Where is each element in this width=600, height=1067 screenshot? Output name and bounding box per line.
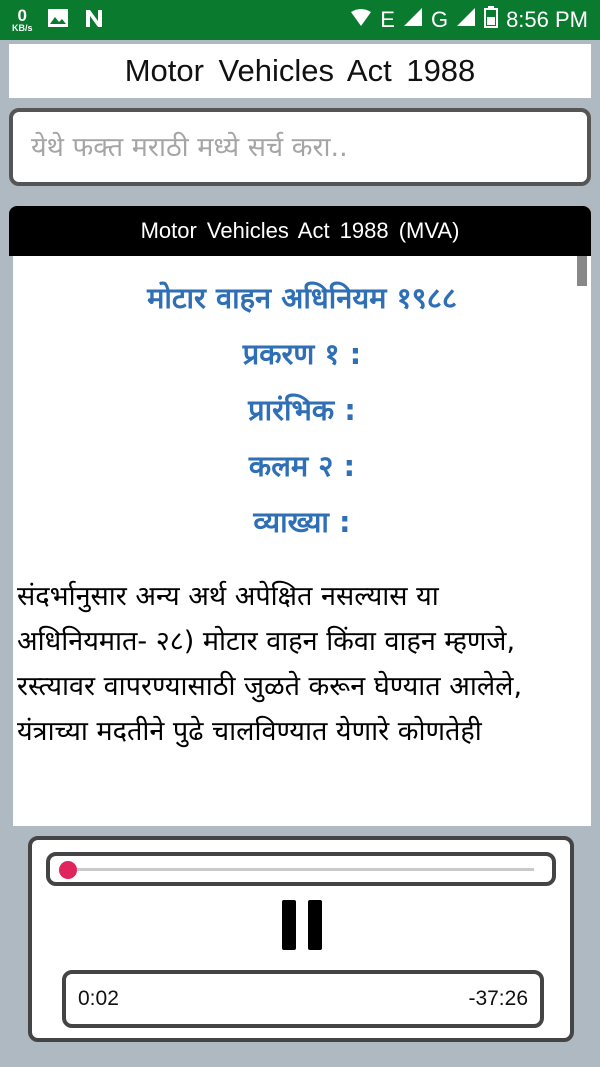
pause-button[interactable] — [282, 900, 322, 956]
signal-icon-2 — [456, 7, 476, 33]
search-box[interactable] — [9, 108, 591, 186]
seek-thumb[interactable] — [59, 861, 78, 879]
app-title-bar: Motor Vehicles Act 1988 — [9, 44, 591, 98]
network-speed-indicator: 0 KB/s — [12, 7, 33, 33]
content-scrollbar[interactable] — [577, 256, 589, 826]
search-input[interactable] — [29, 130, 571, 164]
seek-track[interactable] — [59, 861, 534, 879]
current-time: 0:02 — [78, 987, 119, 1010]
status-time: 8:56 PM — [506, 7, 588, 32]
audio-player: 0:02 -37:26 — [28, 836, 574, 1042]
battery-icon — [484, 6, 499, 34]
remaining-time: -37:26 — [468, 987, 528, 1010]
content-header-title: Motor Vehicles Act 1988 (MVA) — [140, 218, 460, 243]
act-body-text: संदर्भानुसार अन्य अर्थ अपेक्षित नसल्यास … — [17, 581, 523, 747]
definitions-heading: व्याख्या : — [253, 505, 351, 539]
app-title: Motor Vehicles Act 1988 — [124, 53, 476, 88]
gallery-icon — [47, 8, 69, 33]
preliminary-heading: प्रारंभिक : — [248, 393, 356, 427]
wifi-icon — [350, 7, 372, 33]
signal-icon — [403, 7, 423, 33]
network-speed-unit: KB/s — [12, 23, 33, 33]
status-bar-right: E G 8:56 PM — [350, 6, 588, 34]
section-headings: मोटार वाहन अधिनियम १९८८ प्रकरण १ : प्रार… — [13, 256, 591, 550]
network-type-g: G — [430, 7, 449, 32]
seek-bar[interactable] — [46, 852, 556, 886]
content-area[interactable]: मोटार वाहन अधिनियम १९८८ प्रकरण १ : प्रार… — [13, 256, 591, 826]
pause-icon-bar-left — [282, 900, 296, 950]
content-header: Motor Vehicles Act 1988 (MVA) — [9, 206, 591, 256]
status-bar-left: 0 KB/s — [12, 7, 105, 34]
network-type-e: E — [380, 7, 395, 32]
pause-icon-bar-right — [308, 900, 322, 950]
chapter-heading: प्रकरण १ : — [242, 337, 362, 371]
scrollbar-thumb[interactable] — [577, 256, 587, 286]
network-speed-value: 0 — [17, 6, 27, 25]
section-number-heading: कलम २ : — [248, 449, 356, 483]
act-heading: मोटार वाहन अधिनियम १९८८ — [147, 281, 457, 315]
n-notification-icon — [83, 7, 105, 34]
status-bar: 0 KB/s E G 8:56 PM — [0, 0, 600, 40]
time-display: 0:02 -37:26 — [62, 970, 544, 1028]
